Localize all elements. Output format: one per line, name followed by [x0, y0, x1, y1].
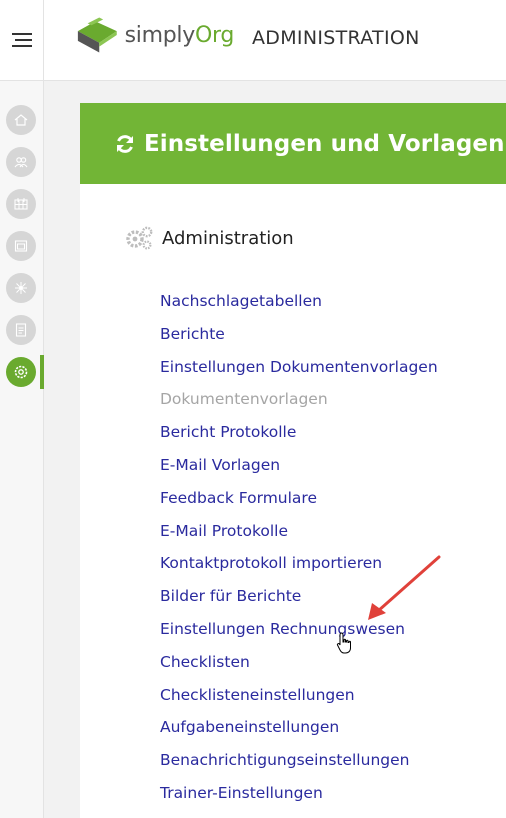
annotation-overlay: [336, 555, 441, 654]
annotation-arrow-icon: [368, 555, 441, 620]
hand-cursor-icon: [336, 632, 351, 654]
